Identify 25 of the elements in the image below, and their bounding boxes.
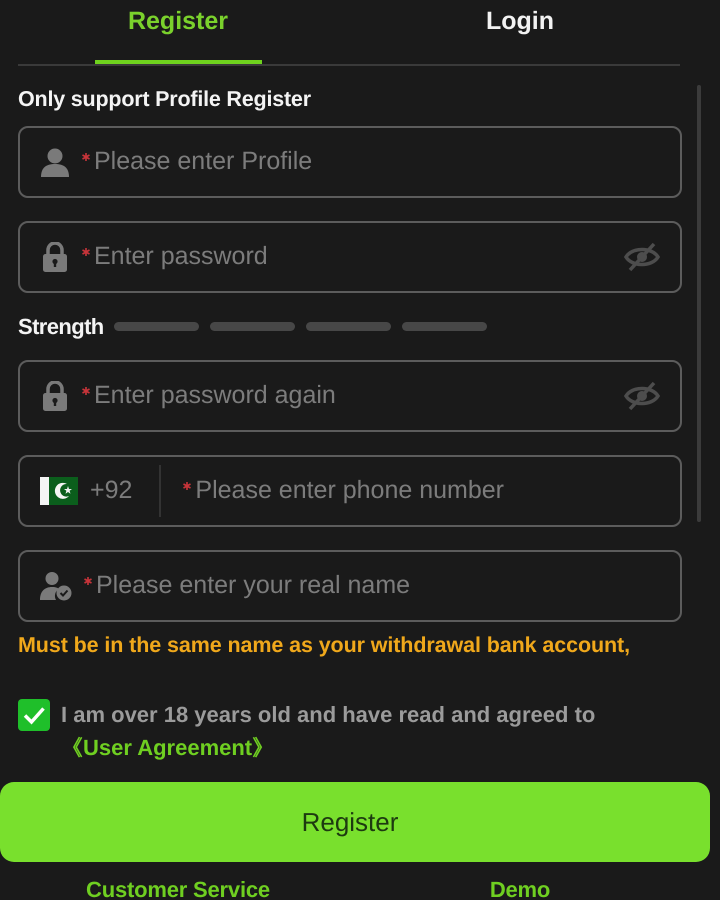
lock-icon bbox=[43, 242, 67, 272]
agree-checkbox[interactable] bbox=[18, 699, 50, 731]
phone-field[interactable]: +92 Please enter phone number bbox=[18, 455, 682, 527]
tab[interactable]: Login bbox=[436, 0, 604, 64]
profile-field[interactable]: Please enter Profile bbox=[18, 126, 682, 198]
agreement-text: I am over 18 years old and have read and agreed to 《User Agreement》 bbox=[61, 701, 596, 762]
footer-link[interactable]: Customer Service bbox=[86, 878, 270, 900]
password-field[interactable]: Enter password again bbox=[18, 360, 682, 432]
strength-label: Strength bbox=[18, 312, 104, 341]
eye-slash-icon[interactable] bbox=[624, 381, 660, 411]
user-check-icon bbox=[40, 571, 72, 601]
eye-slash-icon[interactable] bbox=[624, 242, 660, 272]
password-field[interactable]: Enter password bbox=[18, 221, 682, 293]
country-code[interactable]: +92 bbox=[90, 472, 132, 510]
tab[interactable]: Register bbox=[94, 0, 262, 64]
user-icon bbox=[40, 147, 70, 177]
footer-link[interactable]: Demo bbox=[490, 878, 550, 900]
lock-icon bbox=[43, 381, 67, 411]
user-agreement-link[interactable]: 《User Agreement》 bbox=[61, 735, 274, 760]
real-name-field[interactable]: Please enter your real name bbox=[18, 550, 682, 622]
scrollbar[interactable] bbox=[697, 85, 701, 522]
register-button[interactable]: Register bbox=[0, 782, 710, 862]
notice-text: Only support Profile Register bbox=[18, 87, 312, 111]
pakistan-flag-icon bbox=[40, 477, 78, 505]
hint-text: Must be in the same name as your withdrawal bank account, bbox=[18, 633, 631, 657]
